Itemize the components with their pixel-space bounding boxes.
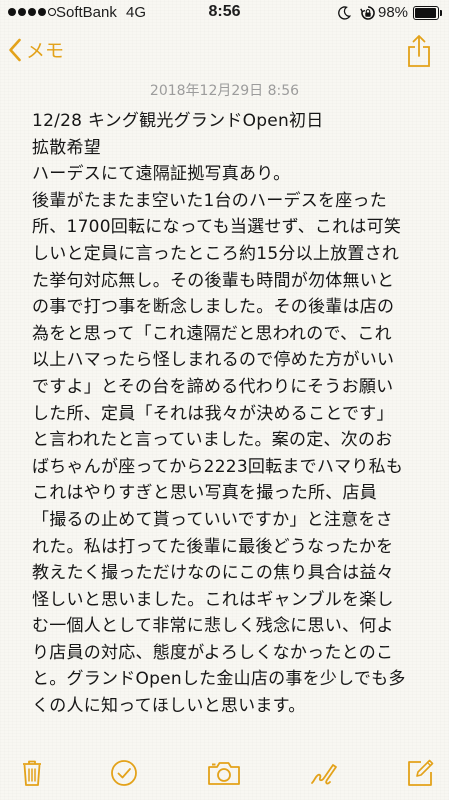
note-text-line: 為をと思って「これ遠隔だと思われので、これ (32, 323, 392, 344)
note-text-line: 拡散希望 (32, 137, 101, 158)
note-text-line: れた。私は打ってた後輩に最後どうなったかを (32, 536, 394, 557)
orientation-lock-icon (360, 6, 375, 20)
note-text-line: 教えたく撮っただけなのにこの焦り具合は益々 (32, 563, 394, 584)
bottom-toolbar (0, 748, 449, 800)
note-text-line: ハーデスにて遠隔証拠写真あり。 (32, 164, 291, 185)
note-text-line: ですよ」とその台を諦める代わりにそうお願い (32, 376, 394, 397)
battery-percentage: 98% (378, 4, 409, 21)
chevron-left-icon (9, 38, 21, 61)
note-text-line: 12/28 キング観光グランドOpen初日 (32, 111, 324, 131)
back-button-label: メモ (26, 40, 65, 62)
battery-tip (440, 10, 442, 16)
note-text-line: 後輩がたまたま空いた1台のハーデスを座った (32, 190, 388, 211)
checklist-icon[interactable] (109, 758, 139, 788)
back-button[interactable]: メモ (8, 36, 64, 63)
note-text-line: と言われたと言っていました。案の定、次のお (32, 430, 393, 451)
note-text-line: ばちゃんが座ってから2223回転までハマり私も (32, 456, 404, 477)
note-text-line: 「撮るの止めて貰っていいですか」と注意をさ (32, 509, 393, 530)
trash-icon[interactable] (17, 758, 47, 788)
note-text-line: しいと定員に言ったところ約15分以上放置され (32, 243, 400, 264)
sketch-icon[interactable] (309, 758, 339, 788)
do-not-disturb-moon-icon (338, 6, 352, 20)
battery-level (415, 8, 436, 18)
note-text-line: の事で打つ事を断念しました。その後輩は店の (32, 297, 395, 318)
note-text-line: た挙句対応無し。その後輩も時間が勿体無いと (32, 270, 395, 291)
navigation-bar: メモ (0, 28, 449, 74)
battery-icon (413, 6, 442, 20)
note-text-line: む一個人として非常に悲しく残念に思い、何よ (32, 616, 394, 637)
camera-icon[interactable] (207, 758, 241, 788)
note-text-line: これはやりすぎと思い写真を撮った所、店員 (32, 483, 377, 504)
note-text-line: 怪しいと思いました。これはギャンブルを楽し (32, 589, 394, 610)
note-text-line: 所、1700回転になっても当選せず、これは可笑 (32, 217, 402, 238)
note-text-line: くの人に知ってほしいと思います。 (32, 696, 306, 717)
note-text-line: 以上ハマったら怪しまれるので停めた方がいい (32, 350, 395, 371)
note-text-line: と。グランドOpenした金山店の事を少しでも多 (32, 669, 406, 690)
compose-icon[interactable] (405, 758, 435, 788)
status-bar: SoftBank 4G 8:56 98% (0, 0, 449, 26)
note-text-line: した所、定員「それは我々が決めることです」 (32, 403, 394, 424)
note-text-line: り店員の対応、態度がよろしくなかったとのこ (32, 642, 394, 663)
share-icon[interactable] (406, 34, 432, 68)
note-date: 2018年12月29日 8:56 (149, 83, 300, 99)
note-body[interactable]: 12/28 キング観光グランドOpen初日 拡散希望ハーデスにて遠隔証拠写真あり。… (32, 108, 432, 720)
